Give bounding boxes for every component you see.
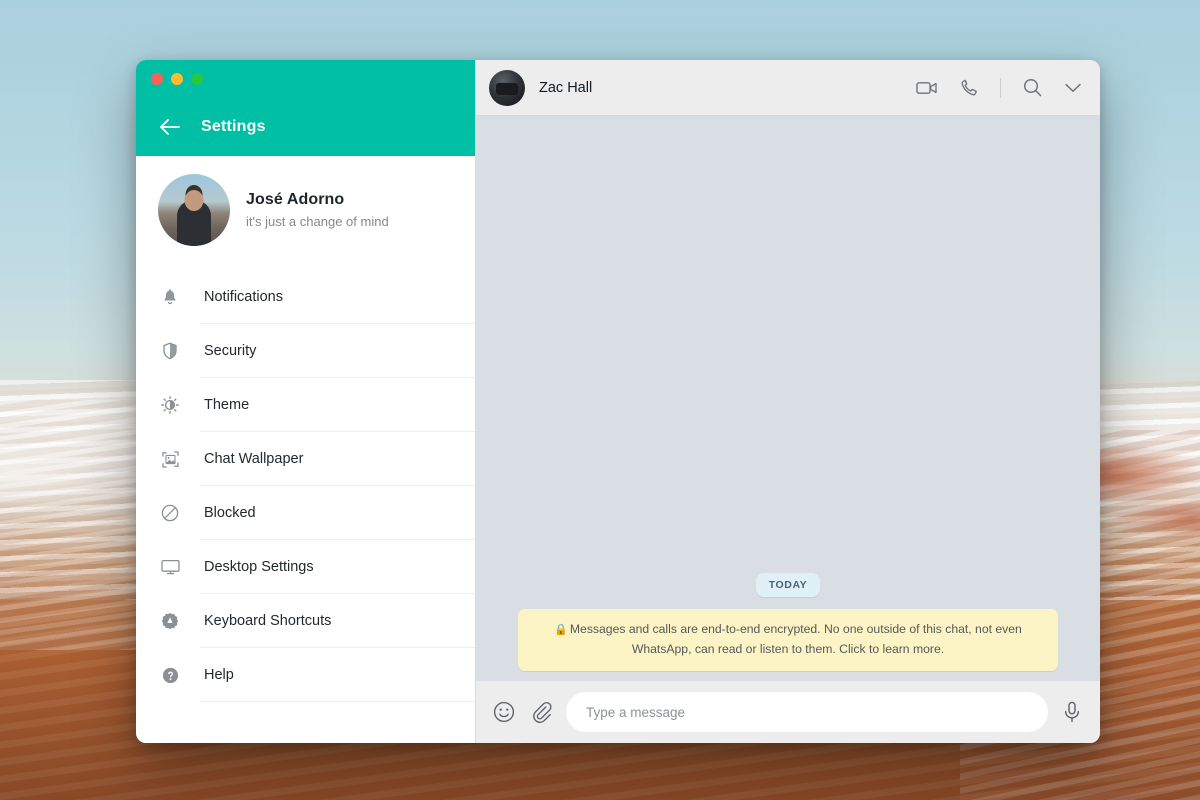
desktop-background: Settings José Adorno it's just a change … [0,0,1200,800]
voice-call-icon[interactable] [960,79,978,97]
bell-icon [158,288,182,306]
profile-text: José Adorno it's just a change of mind [246,191,389,229]
avatar[interactable] [158,174,230,246]
keyboard-shortcut-badge-icon [158,612,182,630]
video-call-icon[interactable] [916,80,938,96]
window-minimize-button[interactable] [171,73,183,85]
chat-message-area: TODAY 🔒 Messages and calls are end-to-end… [476,116,1100,681]
profile-status: it's just a change of mind [246,214,389,229]
help-question-icon [158,667,182,684]
microphone-icon[interactable] [1062,701,1082,723]
blocked-circle-slash-icon [158,504,182,522]
sidebar-item-help[interactable]: Help [136,648,475,702]
sidebar-item-label: Blocked [204,505,256,521]
contact-name: Zac Hall [539,79,593,96]
shield-icon [158,342,182,360]
sidebar-item-desktop-settings[interactable]: Desktop Settings [136,540,475,594]
page-title: Settings [201,118,266,135]
back-arrow-icon[interactable] [159,116,181,138]
sidebar-item-label: Help [204,667,234,683]
sidebar-item-label: Theme [204,397,250,413]
message-input[interactable] [566,692,1048,732]
settings-header-row: Settings [136,116,475,138]
window-zoom-button[interactable] [191,73,203,85]
image-frame-icon [158,450,182,468]
settings-header: Settings [136,60,475,156]
chevron-down-icon[interactable] [1064,82,1082,94]
window-close-button[interactable] [151,73,163,85]
theme-contrast-icon [158,396,182,414]
profile-row[interactable]: José Adorno it's just a change of mind [136,156,475,264]
sidebar-item-notifications[interactable]: Notifications [136,270,475,324]
contact-avatar[interactable] [489,69,525,106]
monitor-icon [158,559,182,575]
chat-header-actions [916,77,1082,98]
lock-icon: 🔒 [554,624,568,637]
sidebar-item-keyboard-shortcuts[interactable]: Keyboard Shortcuts [136,594,475,648]
encryption-notice-text: Messages and calls are end-to-end encryp… [569,622,1022,657]
sidebar-item-label: Keyboard Shortcuts [204,613,332,629]
profile-name: José Adorno [246,191,345,208]
settings-list: Notifications Security Theme Chat Wallpa… [136,264,475,702]
sidebar-item-label: Desktop Settings [204,559,314,575]
sidebar-item-label: Chat Wallpaper [204,451,304,467]
date-divider-badge: TODAY [755,573,821,598]
sidebar-item-label: Notifications [204,289,283,305]
chat-header: Zac Hall [476,60,1100,116]
encryption-notice[interactable]: 🔒 Messages and calls are end-to-end encry… [518,609,1058,671]
avatar-head [184,190,204,211]
sidebar-item-security[interactable]: Security [136,324,475,378]
message-composer [476,681,1100,743]
sidebar-item-chat-wallpaper[interactable]: Chat Wallpaper [136,432,475,486]
chat-panel: Zac Hall TODAY 🔒 Messages and calls are … [476,60,1100,743]
search-icon[interactable] [1023,78,1042,97]
smiley-icon[interactable] [492,700,516,724]
whatsapp-window: Settings José Adorno it's just a change … [136,60,1100,743]
sidebar-item-blocked[interactable]: Blocked [136,486,475,540]
window-traffic-lights [151,73,203,85]
settings-panel: Settings José Adorno it's just a change … [136,60,476,743]
sidebar-item-label: Security [204,343,257,359]
sidebar-item-theme[interactable]: Theme [136,378,475,432]
paperclip-icon[interactable] [530,701,552,723]
header-divider [1000,77,1001,98]
